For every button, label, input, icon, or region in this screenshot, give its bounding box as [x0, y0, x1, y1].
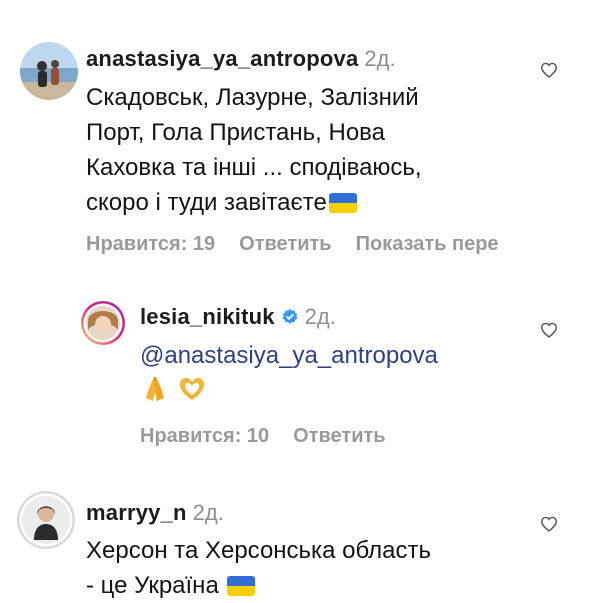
comment-actions: Нравится: 10 Ответить: [140, 424, 410, 448]
username[interactable]: anastasiya_ya_antropova: [86, 46, 358, 71]
folded-hands-icon: [146, 377, 164, 401]
comment-header: lesia_nikituk 2д.: [140, 304, 336, 330]
avatar-marryy[interactable]: [16, 490, 76, 550]
mention-link[interactable]: @anastasiya_ya_antropova: [140, 338, 438, 373]
comment-line-last: - це Україна: [86, 568, 431, 603]
timestamp: 2д.: [192, 500, 224, 525]
comment-line: Херсон та Херсонська область: [86, 537, 431, 564]
reply-button[interactable]: Ответить: [293, 425, 385, 447]
comment-header: anastasiya_ya_antropova 2д.: [86, 46, 396, 72]
comment-text: Херсон та Херсонська область - це Україн…: [86, 533, 431, 603]
comment-header: marryy_n 2д.: [86, 500, 224, 526]
comment-line: Порт, Гола Пристань, Нова: [86, 119, 385, 146]
heart-outline-icon[interactable]: [540, 516, 558, 532]
comment-line: скоро і туди завітаєте: [86, 189, 327, 216]
reply-button[interactable]: Ответить: [239, 233, 331, 255]
heart-outline-icon[interactable]: [540, 62, 558, 78]
avatar-anastasiya[interactable]: [20, 42, 78, 100]
emoji-line: [140, 373, 438, 408]
comment-actions: Нравится: 19 Ответить Показать пере: [86, 232, 523, 256]
verified-badge-icon: [282, 308, 298, 324]
likes-count[interactable]: Нравится: 10: [140, 425, 269, 447]
ukraine-flag-icon: [227, 576, 256, 596]
translate-button[interactable]: Показать пере: [356, 233, 499, 255]
username[interactable]: lesia_nikituk: [140, 304, 275, 329]
heart-hands-icon: [179, 378, 204, 400]
comment-line: - це Україна: [86, 572, 219, 599]
profile-photo-story-ring-icon: [81, 301, 125, 345]
ukraine-flag-icon: [328, 193, 357, 213]
timestamp: 2д.: [304, 304, 336, 329]
profile-photo-story-ring-icon: [17, 491, 75, 549]
comment-line: Каховка та інші ... сподіваюсь,: [86, 154, 422, 181]
comment-text: @anastasiya_ya_antropova: [140, 338, 438, 408]
heart-outline-icon[interactable]: [540, 322, 558, 338]
comment-text: Скадовськ, Лазурне, Залізний Порт, Гола …: [86, 80, 422, 220]
likes-count[interactable]: Нравится: 19: [86, 233, 215, 255]
comment-line-last: скоро і туди завітаєте: [86, 185, 422, 220]
avatar-lesia[interactable]: [80, 300, 126, 346]
comment-line: Скадовськ, Лазурне, Залізний: [86, 84, 419, 111]
profile-photo-beach-icon: [20, 42, 78, 100]
username[interactable]: marryy_n: [86, 500, 187, 525]
timestamp: 2д.: [364, 46, 396, 71]
